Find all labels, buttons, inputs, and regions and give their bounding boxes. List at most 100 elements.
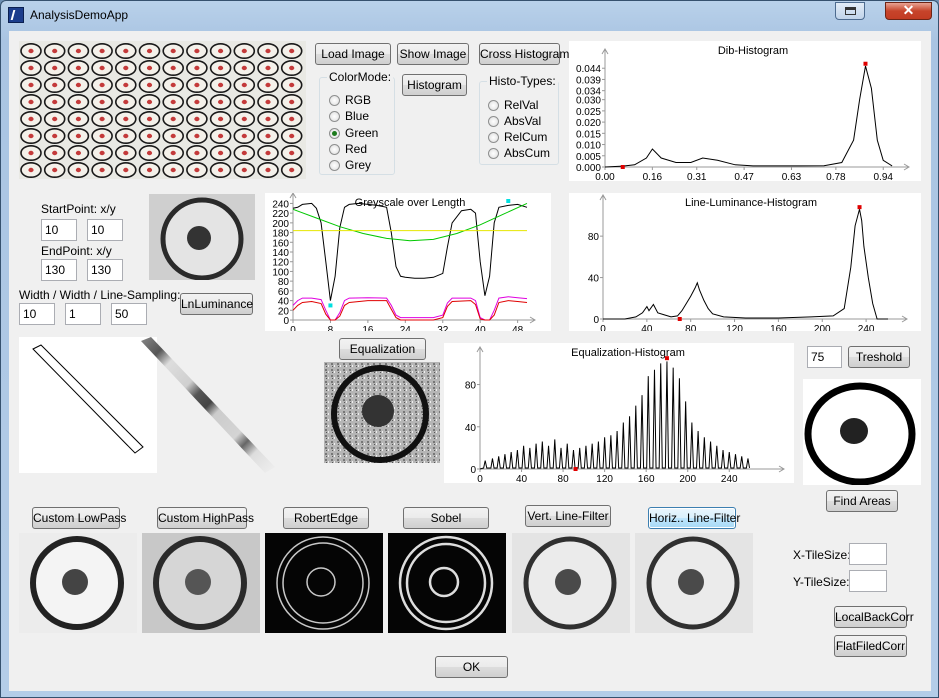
source-image [19,41,306,179]
dot-center [146,167,153,173]
show-image-button[interactable]: Show Image [397,43,469,65]
y-tick-label: 20 [278,306,290,317]
ok-button[interactable]: OK [435,656,508,678]
dot-center [170,99,176,105]
app-icon [8,7,24,23]
width2-field[interactable]: 1 [65,303,101,325]
radio-absval[interactable]: AbsVal [488,114,541,128]
close-button[interactable]: ✕ [885,2,932,20]
title-bar[interactable]: AnalysisDemoApp ✕ [1,1,938,31]
restore-button[interactable] [835,2,865,20]
custom-lowpass-button[interactable]: Custom LowPass [32,507,126,529]
dot-center [289,167,295,173]
x-tick-label: 200 [814,324,831,331]
radio-label: RelCum [504,130,548,144]
dib-histogram-svg: Dib-Histogram0.00 0.16 0.31 0.47 0.63 0.78 0.9… [576,45,910,181]
x-tick-label: 0.63 [782,172,802,181]
ln-luminance-button[interactable]: LnLuminance [180,293,253,315]
robert-edge-button[interactable]: RobertEdge [283,507,369,529]
end-x-field[interactable]: 130 [41,259,77,281]
dot-center [123,116,129,122]
dot-center [123,65,129,71]
radio-relcum[interactable]: RelCum [488,130,547,144]
radio-relval[interactable]: RelVal [488,98,538,112]
line-sampling-field[interactable]: 50 [111,303,147,325]
line-region-drawing [32,344,144,454]
radio-dot [329,111,340,122]
y-tick-label: 0 [593,315,599,326]
dot-center [289,48,295,54]
load-image-button[interactable]: Load Image [315,43,391,65]
dot-center [289,150,295,156]
start-x-field[interactable]: 10 [41,219,77,241]
equalization-button[interactable]: Equalization [339,338,426,360]
radio-green[interactable]: Green [329,126,378,140]
dot-center [289,99,295,105]
horiz-line-filter-button[interactable]: Horiz.. Line-Filter [648,507,740,529]
y-tick-label: 0.010 [576,141,601,152]
dot-center [289,116,295,122]
x-tick-label: 24 [400,325,412,331]
dot-center [52,99,58,105]
local-back-corr-button[interactable]: LocalBackCorr [834,606,914,628]
custom-highpass-button[interactable]: Custom HighPass [157,507,254,529]
dot-center [241,82,247,88]
line-luminance-chart: Line-Luminance-Histogram 0 40 80 120 160 200 24… [569,193,921,331]
radio-grey[interactable]: Grey [329,158,371,172]
x-tick-label: 0 [290,325,296,331]
chart-marker [664,356,669,361]
end-y-field[interactable]: 130 [87,259,123,281]
dot-center [194,167,200,173]
equalized-image [324,362,440,463]
dot-center [75,65,81,71]
x-tick-label: 0.78 [826,172,846,181]
y-tick-label: 40 [278,297,290,308]
treshold-button[interactable]: Treshold [848,346,910,368]
greyscale-chart: Greyscale over Length 0 8 16 24 32 40 48 0 20 40 60… [265,193,551,331]
dot-center [194,116,200,122]
highpass-image-drawing [142,533,260,633]
sobel-button[interactable]: Sobel [403,507,489,529]
treshold-field[interactable]: 75 [807,346,842,368]
dot-center [28,65,34,71]
sobel-image [388,533,506,633]
dot-center [241,133,247,139]
chart-marker [328,303,333,308]
lowpass-image-drawing [19,533,137,633]
y-tick-label: 0.044 [576,64,601,75]
x-tilesize-field[interactable] [849,543,887,565]
dot-center [218,48,224,54]
find-areas-button[interactable]: Find Areas [826,490,898,512]
radio-red[interactable]: Red [329,142,367,156]
x-tick-label: 200 [679,474,696,483]
y-tick-label: 0.015 [576,129,601,140]
dot-center [194,82,200,88]
sobel-image-drawing [388,533,506,633]
dot-center [123,82,129,88]
line-profile-drawing [141,337,275,473]
cross-histogram-button[interactable]: Cross Histogram [479,43,569,65]
y-tick-label: 0.020 [576,118,601,129]
dot-center [289,133,295,139]
radio-abscum[interactable]: AbsCum [488,146,550,160]
dot-center [99,65,105,71]
histogram-button[interactable]: Histogram [402,74,467,96]
dot-center [194,133,200,139]
radio-blue[interactable]: Blue [329,109,369,123]
dot-center [123,133,129,139]
flat-filed-corr-button[interactable]: FlatFiledCorr [834,635,907,657]
dot-center [28,48,34,54]
dot-center [28,133,34,139]
dot-center [123,167,129,173]
y-tilesize-field[interactable] [849,570,887,592]
equalization-histogram-chart: Equalization-Histogram 0 40 80 120 160 200 240 0… [444,343,794,483]
vert-line-filter-button[interactable]: Vert. Line-Filter [525,505,611,527]
chart-marker [506,199,511,203]
x-tick-label: 80 [558,474,570,483]
dot-center [218,167,224,173]
radio-rgb[interactable]: RGB [329,93,371,107]
equalization-histogram-svg: Equalization-Histogram0 40 80 120 160 200 2400… [465,346,785,483]
start-y-field[interactable]: 10 [87,219,123,241]
width1-field[interactable]: 10 [19,303,55,325]
y-tick-label: 60 [278,287,290,298]
